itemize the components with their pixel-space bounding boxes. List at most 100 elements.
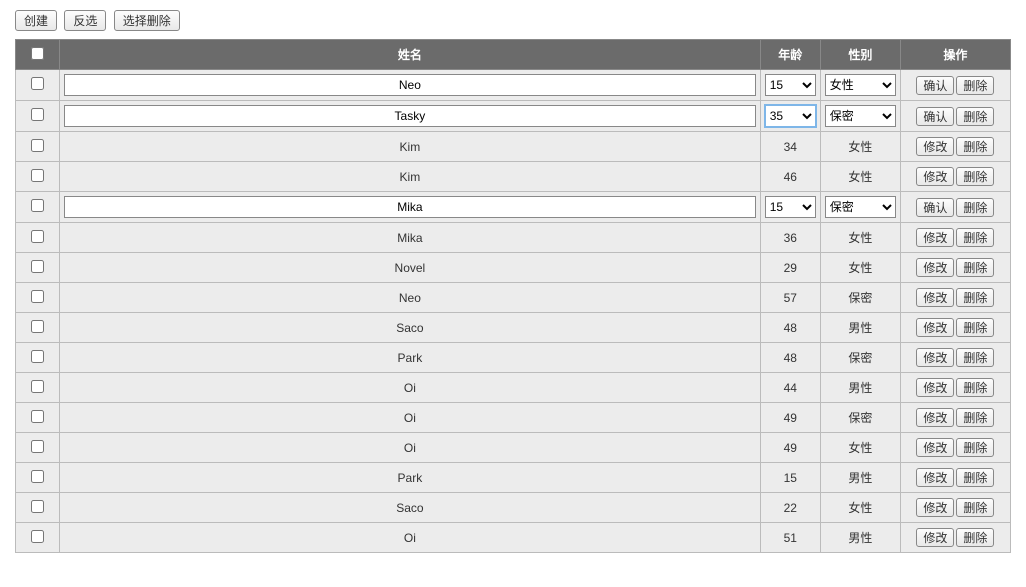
row-checkbox[interactable] [31,350,44,363]
header-checkbox-cell [16,40,60,70]
row-checkbox[interactable] [31,108,44,121]
name-cell: Novel [60,253,761,283]
delete-button[interactable]: 删除 [956,137,994,156]
age-cell: 48 [760,313,820,343]
name-cell: Oi [60,373,761,403]
modify-button[interactable]: 修改 [916,167,954,186]
row-checkbox[interactable] [31,260,44,273]
sex-select[interactable]: 女性 [825,74,896,96]
row-checkbox[interactable] [31,320,44,333]
data-table: 姓名 年龄 性别 操作 15女性确认删除35保密确认删除Kim34女性修改删除K… [15,39,1011,553]
delete-button[interactable]: 删除 [956,348,994,367]
name-cell: Park [60,463,761,493]
delete-button[interactable]: 删除 [956,198,994,217]
confirm-button[interactable]: 确认 [916,76,954,95]
delete-button[interactable]: 删除 [956,228,994,247]
sex-select[interactable]: 保密 [825,105,896,127]
modify-button[interactable]: 修改 [916,468,954,487]
modify-button[interactable]: 修改 [916,137,954,156]
age-cell: 46 [760,162,820,192]
table-row: Mika36女性修改删除 [16,223,1011,253]
name-cell: Kim [60,132,761,162]
delete-button[interactable]: 删除 [956,378,994,397]
row-checkbox[interactable] [31,530,44,543]
confirm-button[interactable]: 确认 [916,107,954,126]
age-select[interactable]: 35 [765,105,816,127]
row-checkbox[interactable] [31,230,44,243]
delete-button[interactable]: 删除 [956,288,994,307]
row-checkbox[interactable] [31,77,44,90]
age-select[interactable]: 15 [765,196,816,218]
name-input[interactable] [64,196,756,218]
select-all-checkbox[interactable] [31,47,44,60]
sex-cell: 女性 [820,253,900,283]
sex-cell: 男性 [820,313,900,343]
delete-button[interactable]: 删除 [956,258,994,277]
modify-button[interactable]: 修改 [916,438,954,457]
row-checkbox[interactable] [31,199,44,212]
delete-button[interactable]: 删除 [956,318,994,337]
name-cell: Neo [60,283,761,313]
delete-button[interactable]: 删除 [956,167,994,186]
name-cell: Mika [60,223,761,253]
row-checkbox[interactable] [31,440,44,453]
invert-selection-button[interactable]: 反选 [64,10,106,31]
header-name: 姓名 [60,40,761,70]
delete-button[interactable]: 删除 [956,408,994,427]
sex-cell: 女性 [820,433,900,463]
name-input[interactable] [64,74,756,96]
delete-button[interactable]: 删除 [956,468,994,487]
row-checkbox[interactable] [31,139,44,152]
row-checkbox[interactable] [31,290,44,303]
modify-button[interactable]: 修改 [916,258,954,277]
delete-button[interactable]: 删除 [956,107,994,126]
row-checkbox[interactable] [31,169,44,182]
create-button[interactable]: 创建 [15,10,57,31]
row-checkbox[interactable] [31,500,44,513]
modify-button[interactable]: 修改 [916,318,954,337]
delete-button[interactable]: 删除 [956,528,994,547]
name-cell: Saco [60,313,761,343]
sex-cell: 保密 [820,283,900,313]
age-cell: 29 [760,253,820,283]
modify-button[interactable]: 修改 [916,348,954,367]
age-cell: 49 [760,403,820,433]
table-row: Oi49女性修改删除 [16,433,1011,463]
toolbar: 创建 反选 选择删除 [15,10,1011,31]
table-row: Park48保密修改删除 [16,343,1011,373]
age-cell: 44 [760,373,820,403]
sex-cell: 女性 [820,132,900,162]
modify-button[interactable]: 修改 [916,528,954,547]
delete-button[interactable]: 删除 [956,438,994,457]
modify-button[interactable]: 修改 [916,408,954,427]
delete-button[interactable]: 删除 [956,76,994,95]
table-row: 15 保密 确认删除 [16,192,1011,223]
sex-cell: 保密 [820,403,900,433]
age-cell: 22 [760,493,820,523]
sex-cell: 男性 [820,523,900,553]
row-checkbox[interactable] [31,410,44,423]
modify-button[interactable]: 修改 [916,378,954,397]
confirm-button[interactable]: 确认 [916,198,954,217]
delete-button[interactable]: 删除 [956,498,994,517]
row-checkbox[interactable] [31,380,44,393]
name-cell: Oi [60,403,761,433]
header-age: 年龄 [760,40,820,70]
name-input[interactable] [64,105,756,127]
sex-cell: 男性 [820,463,900,493]
modify-button[interactable]: 修改 [916,288,954,307]
sex-cell: 女性 [820,493,900,523]
age-cell: 48 [760,343,820,373]
modify-button[interactable]: 修改 [916,228,954,247]
delete-selected-button[interactable]: 选择删除 [114,10,180,31]
modify-button[interactable]: 修改 [916,498,954,517]
table-row: Oi51男性修改删除 [16,523,1011,553]
table-row: Neo57保密修改删除 [16,283,1011,313]
table-row: 35 保密 确认删除 [16,101,1011,132]
name-cell: Kim [60,162,761,192]
age-cell: 51 [760,523,820,553]
age-select[interactable]: 15 [765,74,816,96]
sex-select[interactable]: 保密 [825,196,896,218]
table-row: Kim34女性修改删除 [16,132,1011,162]
row-checkbox[interactable] [31,470,44,483]
